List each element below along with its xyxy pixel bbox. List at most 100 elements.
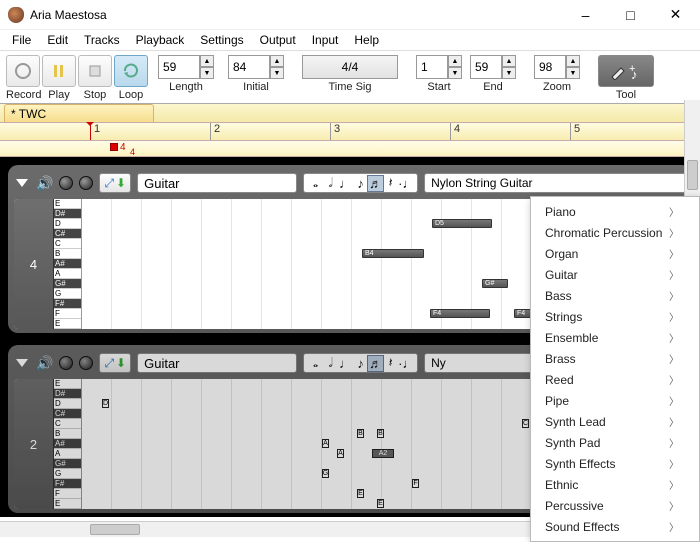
maximize-button[interactable]: □ <box>608 0 653 30</box>
key-C[interactable]: C <box>54 419 81 429</box>
note[interactable]: B <box>357 429 364 438</box>
key-D#[interactable]: D# <box>54 209 81 219</box>
volume-icon[interactable]: 🔊 <box>36 175 53 192</box>
note[interactable]: D5 <box>432 219 492 228</box>
menu-item-brass[interactable]: Brass〉 <box>531 348 699 369</box>
note[interactable]: A2 <box>372 449 394 458</box>
key-G[interactable]: G <box>54 289 81 299</box>
tab-twc[interactable]: * TWC <box>4 104 154 122</box>
maximize-track-button[interactable]: ⤢⬇ <box>99 353 131 373</box>
menu-input[interactable]: Input <box>306 31 345 49</box>
note[interactable]: G <box>322 469 329 478</box>
knob-1[interactable] <box>59 356 73 370</box>
initial-input[interactable] <box>228 55 270 79</box>
dur-whole[interactable]: 𝅝 <box>308 175 323 191</box>
dur-dotted[interactable]: ·♩ <box>398 176 413 191</box>
play-button[interactable] <box>42 55 76 87</box>
zoom-input[interactable] <box>534 55 566 79</box>
key-F[interactable]: F <box>54 489 81 499</box>
key-G[interactable]: G <box>54 469 81 479</box>
knob-2[interactable] <box>79 176 93 190</box>
key-C[interactable]: C <box>54 239 81 249</box>
menu-playback[interactable]: Playback <box>130 31 191 49</box>
key-A[interactable]: A <box>54 449 81 459</box>
tool-button[interactable]: +♪ <box>598 55 654 87</box>
length-input[interactable] <box>158 55 200 79</box>
key-C#[interactable]: C# <box>54 229 81 239</box>
key-G#[interactable]: G# <box>54 279 81 289</box>
menu-item-percussive[interactable]: Percussive〉 <box>531 495 699 516</box>
piano-keys[interactable]: ED#DC#CBA#AG#GF#FED#D <box>54 199 82 329</box>
knob-1[interactable] <box>59 176 73 190</box>
menu-output[interactable]: Output <box>254 31 302 49</box>
note[interactable]: B4 <box>362 249 424 258</box>
menu-item-synth-lead[interactable]: Synth Lead〉 <box>531 411 699 432</box>
end-down[interactable]: ▼ <box>502 67 516 79</box>
dur-eighth[interactable]: ♪ <box>353 356 368 371</box>
timesig-button[interactable]: 4/4 <box>302 55 398 79</box>
menu-item-organ[interactable]: Organ〉 <box>531 243 699 264</box>
length-up[interactable]: ▲ <box>200 55 214 67</box>
scrollbar-thumb[interactable] <box>687 160 698 190</box>
note[interactable]: A <box>337 449 344 458</box>
dur-quarter[interactable]: ♩ <box>338 176 353 191</box>
menu-item-ethnic[interactable]: Ethnic〉 <box>531 474 699 495</box>
length-down[interactable]: ▼ <box>200 67 214 79</box>
loop-start-marker[interactable]: 4 <box>110 142 126 153</box>
note[interactable]: A <box>322 439 329 448</box>
key-G#[interactable]: G# <box>54 459 81 469</box>
menu-item-reed[interactable]: Reed〉 <box>531 369 699 390</box>
dur-rest[interactable]: 𝄽 <box>383 175 398 191</box>
key-A#[interactable]: A# <box>54 259 81 269</box>
note[interactable]: B <box>377 429 384 438</box>
maximize-track-button[interactable]: ⤢⬇ <box>99 173 131 193</box>
track-name-input[interactable] <box>137 353 297 373</box>
instrument-select[interactable]: Nylon String Guitar <box>424 173 686 193</box>
key-D[interactable]: D <box>54 219 81 229</box>
track-name-input[interactable] <box>137 173 297 193</box>
menu-item-sound-effects[interactable]: Sound Effects〉 <box>531 516 699 537</box>
menu-edit[interactable]: Edit <box>41 31 74 49</box>
note[interactable]: F4 <box>430 309 490 318</box>
record-button[interactable] <box>6 55 40 87</box>
dur-eighth[interactable]: ♪ <box>353 176 368 191</box>
menu-item-chromatic-percussion[interactable]: Chromatic Percussion〉 <box>531 222 699 243</box>
key-C#[interactable]: C# <box>54 409 81 419</box>
menu-item-pipe[interactable]: Pipe〉 <box>531 390 699 411</box>
note[interactable]: G# <box>482 279 508 288</box>
instrument-menu[interactable]: Piano〉Chromatic Percussion〉Organ〉Guitar〉… <box>530 196 700 542</box>
menu-item-synth-pad[interactable]: Synth Pad〉 <box>531 432 699 453</box>
loop-button[interactable] <box>114 55 148 87</box>
dur-rest[interactable]: 𝄽 <box>383 355 398 371</box>
scrollbar-thumb[interactable] <box>90 524 140 535</box>
key-D[interactable]: D <box>54 399 81 409</box>
dur-sixteenth[interactable]: ♬ <box>368 356 383 371</box>
knob-2[interactable] <box>79 356 93 370</box>
key-B[interactable]: B <box>54 429 81 439</box>
start-up[interactable]: ▲ <box>448 55 462 67</box>
menu-settings[interactable]: Settings <box>194 31 249 49</box>
dur-sixteenth[interactable]: ♬ <box>368 176 383 191</box>
menu-item-bass[interactable]: Bass〉 <box>531 285 699 306</box>
menu-file[interactable]: File <box>6 31 37 49</box>
dur-dotted[interactable]: ·♩ <box>398 356 413 371</box>
dur-whole[interactable]: 𝅝 <box>308 355 323 371</box>
start-down[interactable]: ▼ <box>448 67 462 79</box>
key-A[interactable]: A <box>54 269 81 279</box>
zoom-up[interactable]: ▲ <box>566 55 580 67</box>
key-F[interactable]: F <box>54 309 81 319</box>
dur-half[interactable]: 𝅗𝅥 <box>323 175 338 191</box>
collapse-icon[interactable] <box>16 359 28 367</box>
key-E[interactable]: E <box>54 319 81 329</box>
stop-button[interactable] <box>78 55 112 87</box>
initial-up[interactable]: ▲ <box>270 55 284 67</box>
dur-quarter[interactable]: ♩ <box>338 356 353 371</box>
note[interactable]: E <box>377 499 384 508</box>
dur-half[interactable]: 𝅗𝅥 <box>323 355 338 371</box>
key-E[interactable]: E <box>54 379 81 389</box>
collapse-icon[interactable] <box>16 179 28 187</box>
note[interactable]: E <box>357 489 364 498</box>
menu-item-strings[interactable]: Strings〉 <box>531 306 699 327</box>
loop-end-marker[interactable]: 4 <box>130 147 135 157</box>
playhead-icon[interactable] <box>90 123 91 140</box>
